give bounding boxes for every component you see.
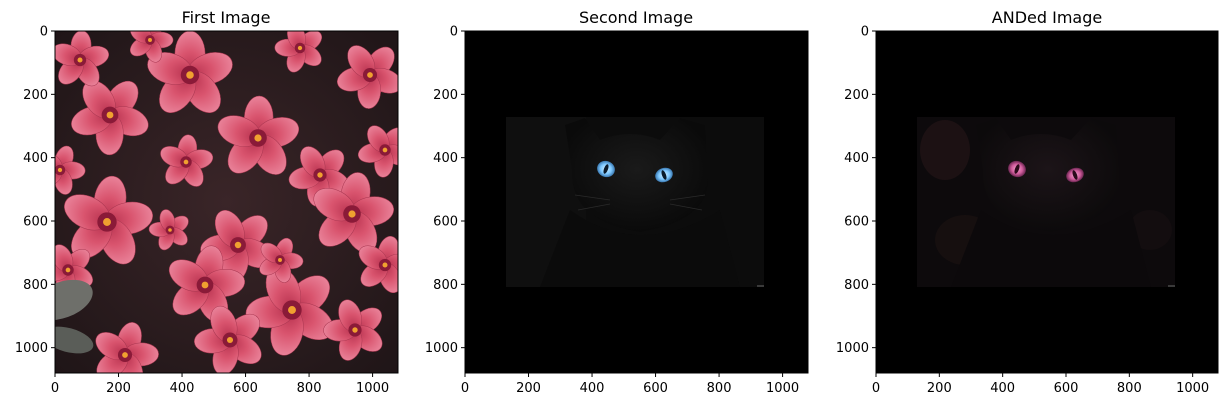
x-tick-label: 800 (297, 381, 322, 396)
panel-first-image: First Image 0 200 400 600 800 1000 0 200 400 600 8… (15, 8, 399, 396)
y-tick-label: 0 (450, 25, 458, 40)
x-tick-label: 0 (461, 381, 469, 396)
y-tick-label: 400 (23, 151, 48, 166)
x-tick-label: 1000 (356, 381, 389, 396)
x-tick-label: 800 (1117, 381, 1142, 396)
panel-anded-image: ANDed Image 0 200 400 600 800 1000 0 200 400 600 8… (836, 8, 1219, 396)
image-cat (465, 31, 808, 373)
x-tick-label: 400 (580, 381, 605, 396)
x-tick-label: 200 (516, 381, 541, 396)
x-tick-label: 400 (990, 381, 1015, 396)
y-tick-label: 1000 (15, 341, 48, 356)
x-tick-label: 600 (643, 381, 668, 396)
y-tick-label: 0 (40, 25, 48, 40)
x-tick-label: 600 (233, 381, 258, 396)
y-tick-label: 600 (23, 215, 48, 230)
x-tick-label: 600 (1054, 381, 1079, 396)
title-second-image: Second Image (579, 8, 693, 27)
y-tick-label: 200 (23, 88, 48, 103)
image-anded (876, 31, 1218, 373)
x-tick-label: 1000 (766, 381, 799, 396)
panel-second-image: Second Image 0 200 400 600 800 1000 0 200 400 600… (425, 8, 809, 396)
y-tick-label: 800 (844, 278, 869, 293)
y-tick-label: 600 (433, 215, 458, 230)
x-tick-label: 0 (872, 381, 880, 396)
x-tick-label: 400 (170, 381, 195, 396)
y-tick-label: 800 (433, 278, 458, 293)
x-tick-label: 200 (927, 381, 952, 396)
figure: First Image 0 200 400 600 800 1000 0 200 400 600 8… (15, 8, 1219, 396)
y-tick-label: 400 (433, 151, 458, 166)
title-first-image: First Image (182, 8, 271, 27)
y-tick-label: 200 (844, 88, 869, 103)
y-tick-label: 1000 (425, 341, 458, 356)
x-tick-label: 200 (106, 381, 131, 396)
image-flowers (55, 31, 398, 373)
y-tick-label: 800 (23, 278, 48, 293)
y-tick-label: 400 (844, 151, 869, 166)
y-tick-label: 0 (861, 25, 869, 40)
x-tick-label: 800 (707, 381, 732, 396)
title-anded-image: ANDed Image (992, 8, 1102, 27)
y-tick-label: 1000 (836, 341, 869, 356)
y-tick-label: 600 (844, 215, 869, 230)
y-tick-label: 200 (433, 88, 458, 103)
x-tick-label: 1000 (1176, 381, 1209, 396)
x-tick-label: 0 (51, 381, 59, 396)
